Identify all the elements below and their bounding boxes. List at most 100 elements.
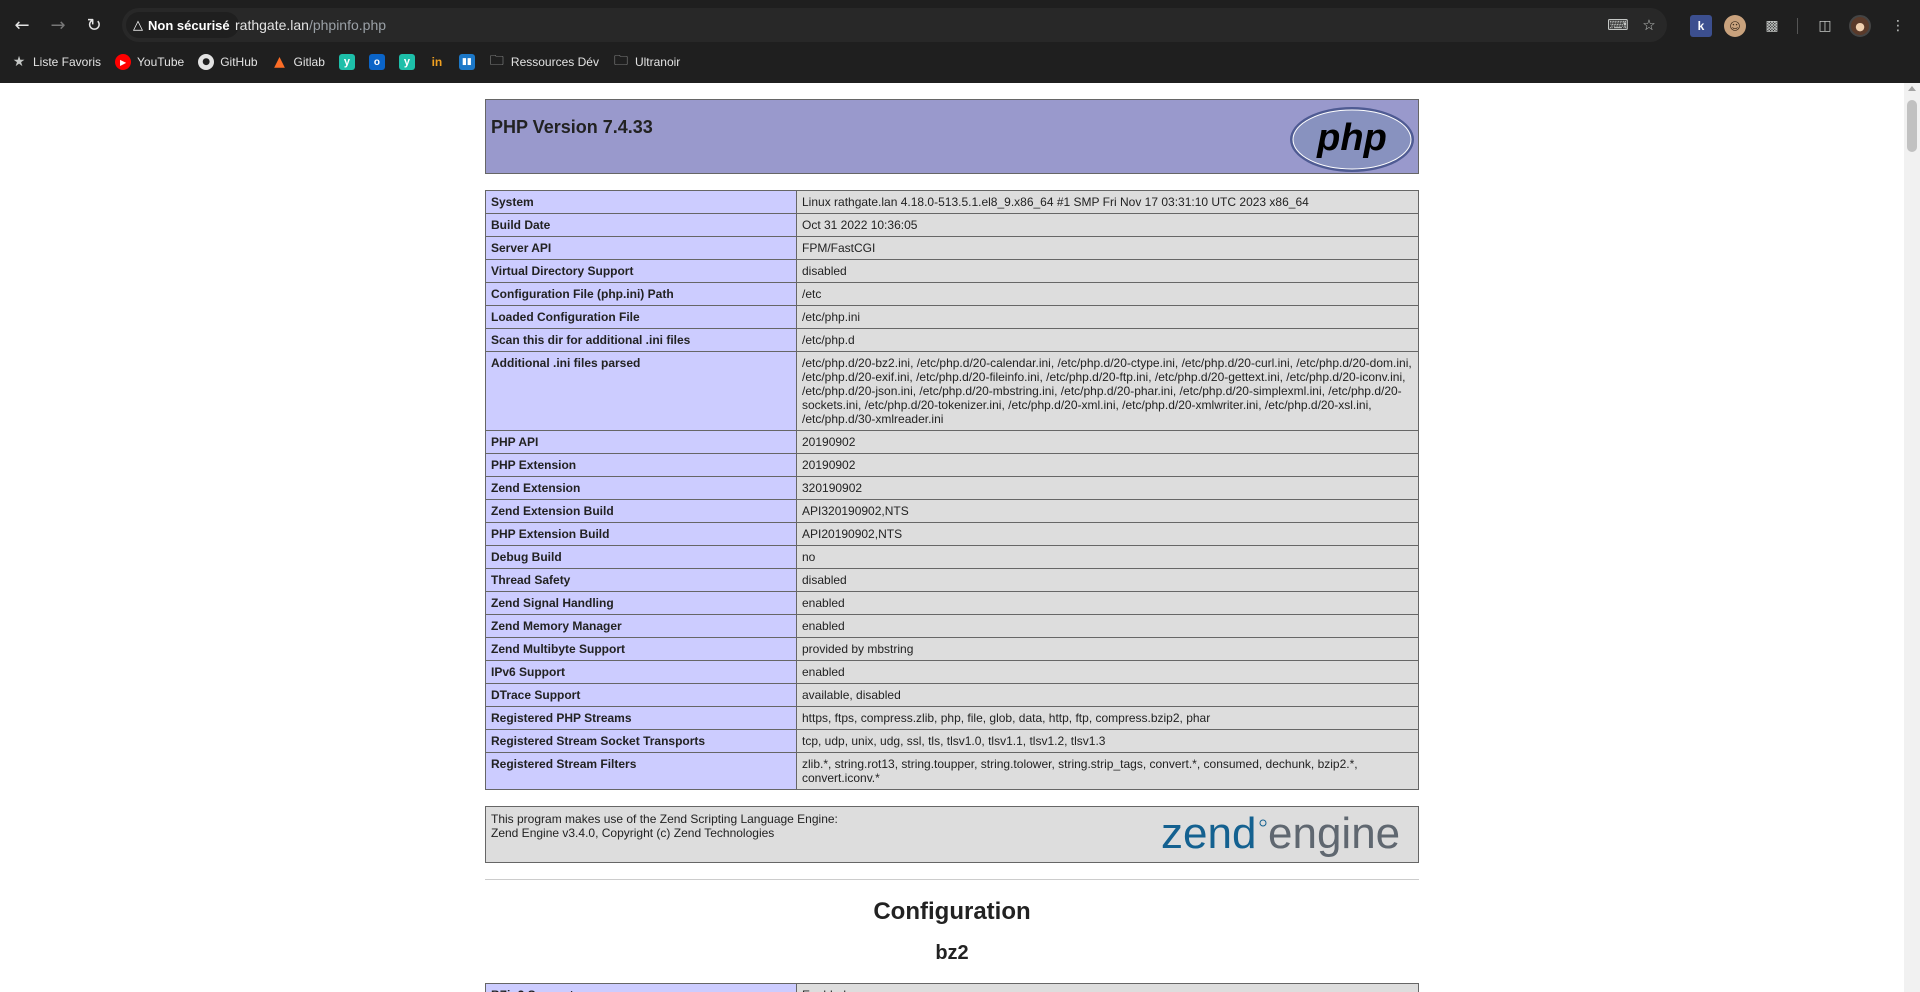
bookmark-yammer-1[interactable]: y [338, 50, 355, 74]
trello-icon: ▮▮ [458, 54, 475, 70]
zend-logo-engine: engine [1268, 810, 1400, 858]
bookmark-yammer-2[interactable]: y [398, 50, 415, 74]
table-row: Registered PHP Streams https, ftps, compr… [485, 706, 1419, 730]
table-row: PHP Extension Build API20190902,NTS [485, 522, 1419, 546]
row-value: 320190902 [796, 476, 1419, 500]
table-row: Zend Extension Build API320190902,NTS [485, 499, 1419, 523]
translate-icon[interactable]: ⌨ [1607, 15, 1629, 35]
row-key: Loaded Configuration File [485, 305, 797, 329]
security-chip-label: Non sécurisé [148, 17, 230, 33]
table-row: IPv6 Support enabled [485, 660, 1419, 684]
bookmark-gitlab[interactable]: ▲ Gitlab [272, 50, 325, 74]
row-value: Linux rathgate.lan 4.18.0-513.5.1.el8_9.… [796, 190, 1419, 214]
row-value: /etc [796, 282, 1419, 306]
table-row: Zend Memory Manager enabled [485, 614, 1419, 638]
row-value: API20190902,NTS [796, 522, 1419, 546]
row-key: Thread Safety [485, 568, 797, 592]
url-host: rathgate.lan [235, 17, 309, 33]
extension-k-icon[interactable]: k [1690, 15, 1712, 37]
back-button[interactable]: ← [8, 11, 36, 39]
row-value: available, disabled [796, 683, 1419, 707]
row-key: PHP API [485, 430, 797, 454]
browser-chrome: ← → ↻ △ Non sécurisé rathgate.lan/phpinf… [0, 0, 1920, 83]
bookmark-trello[interactable]: ▮▮ [458, 50, 475, 74]
zend-line-2: Zend Engine v3.4.0, Copyright (c) Zend T… [491, 826, 775, 840]
page-viewport: PHP Version 7.4.33 php System Linux rathg… [0, 83, 1904, 992]
yammer-icon: y [398, 54, 415, 70]
section-divider [485, 879, 1419, 880]
page-scrollbar[interactable] [1904, 83, 1920, 992]
forward-button[interactable]: → [44, 11, 72, 39]
row-key: Zend Memory Manager [485, 614, 797, 638]
side-panel-icon[interactable]: ◫ [1814, 15, 1836, 37]
table-row: Server API FPM/FastCGI [485, 236, 1419, 260]
row-key: Zend Extension [485, 476, 797, 500]
row-value: 20190902 [796, 430, 1419, 454]
bookmark-github[interactable]: ● GitHub [198, 50, 258, 74]
bookmark-star-icon[interactable]: ☆ [1639, 15, 1659, 35]
toolbar-divider [1797, 18, 1798, 34]
row-value: /etc/php.d [796, 328, 1419, 352]
row-value: API320190902,NTS [796, 499, 1419, 523]
bookmark-youtube[interactable]: ▶ YouTube [115, 50, 184, 74]
row-key: Additional .ini files parsed [485, 351, 797, 431]
row-key: Zend Extension Build [485, 499, 797, 523]
extensions-puzzle-icon[interactable]: ▩ [1761, 15, 1783, 37]
row-key: Registered Stream Filters [485, 752, 797, 790]
table-row: Configuration File (php.ini) Path/etc [485, 282, 1419, 306]
bookmark-folder-ressources-dev[interactable]: 🗀 Ressources Dév [489, 50, 599, 74]
row-key: Zend Signal Handling [485, 591, 797, 615]
row-value: enabled [796, 660, 1419, 684]
zend-engine-logo[interactable]: zend engine [1161, 810, 1413, 858]
gitlab-icon: ▲ [274, 54, 285, 70]
zend-line-1: This program makes use of the Zend Scrip… [491, 812, 838, 826]
php-logo[interactable]: php [1289, 106, 1415, 173]
youtube-icon: ▶ [115, 54, 132, 70]
scroll-up-arrow-icon[interactable] [1908, 86, 1916, 91]
extension-face-icon[interactable]: ☺ [1724, 15, 1746, 37]
row-value: zlib.*, string.rot13, string.toupper, st… [796, 752, 1419, 790]
table-row: Registered Stream Filters zlib.*, string.… [485, 752, 1419, 790]
row-key: Configuration File (php.ini) Path [485, 282, 797, 306]
address-bar[interactable]: △ Non sécurisé rathgate.lan/phpinfo.php … [122, 8, 1667, 42]
bz2-section-heading[interactable]: bz2 [485, 942, 1419, 965]
row-value: 20190902 [796, 453, 1419, 477]
row-key: Registered Stream Socket Transports [485, 729, 797, 753]
page-title: PHP Version 7.4.33 [491, 117, 653, 137]
row-key: Build Date [485, 213, 797, 237]
row-key: System [485, 190, 797, 214]
table-row: Registered Stream Socket Transports tcp, … [485, 729, 1419, 753]
info-table: System Linux rathgate.lan 4.18.0-513.5.1.… [485, 190, 1419, 790]
row-key: PHP Extension [485, 453, 797, 477]
scrollbar-thumb[interactable] [1907, 100, 1917, 152]
row-value: /etc/php.d/20-bz2.ini, /etc/php.d/20-cal… [796, 351, 1419, 431]
row-value: Oct 31 2022 10:36:05 [796, 213, 1419, 237]
arrow-left-icon: ← [14, 14, 30, 36]
profile-avatar[interactable]: ● [1849, 15, 1871, 37]
row-key: Zend Multibyte Support [485, 637, 797, 661]
row-key: IPv6 Support [485, 660, 797, 684]
bookmark-folder-ultranoir[interactable]: 🗀 Ultranoir [613, 50, 680, 74]
folder-icon: 🗀 [613, 53, 628, 69]
row-key: Debug Build [485, 545, 797, 569]
row-value: disabled [796, 568, 1419, 592]
row-value: Enabled [796, 983, 1419, 992]
github-icon: ● [198, 54, 215, 70]
table-row: System Linux rathgate.lan 4.18.0-513.5.1.… [485, 190, 1419, 214]
bookmark-in[interactable]: in [429, 50, 445, 74]
warning-icon: △ [133, 17, 143, 33]
table-row: PHP Extension 20190902 [485, 453, 1419, 477]
menu-kebab-icon[interactable]: ⋮ [1887, 15, 1909, 37]
security-chip[interactable]: △ Non sécurisé [126, 12, 239, 38]
url-text[interactable]: rathgate.lan/phpinfo.php [235, 17, 386, 33]
bookmark-liste-favoris[interactable]: ★ Liste Favoris [11, 50, 101, 74]
row-key: Scan this dir for additional .ini files [485, 328, 797, 352]
zend-credits: This program makes use of the Zend Scrip… [491, 812, 838, 840]
table-row: Zend Signal Handling enabled [485, 591, 1419, 615]
row-value: enabled [796, 614, 1419, 638]
table-row: Debug Build no [485, 545, 1419, 569]
bookmark-outlook[interactable]: o [368, 50, 385, 74]
reload-button[interactable]: ↻ [80, 11, 108, 39]
row-value: https, ftps, compress.zlib, php, file, g… [796, 706, 1419, 730]
table-row: Additional .ini files parsed/etc/php.d/2… [485, 351, 1419, 431]
